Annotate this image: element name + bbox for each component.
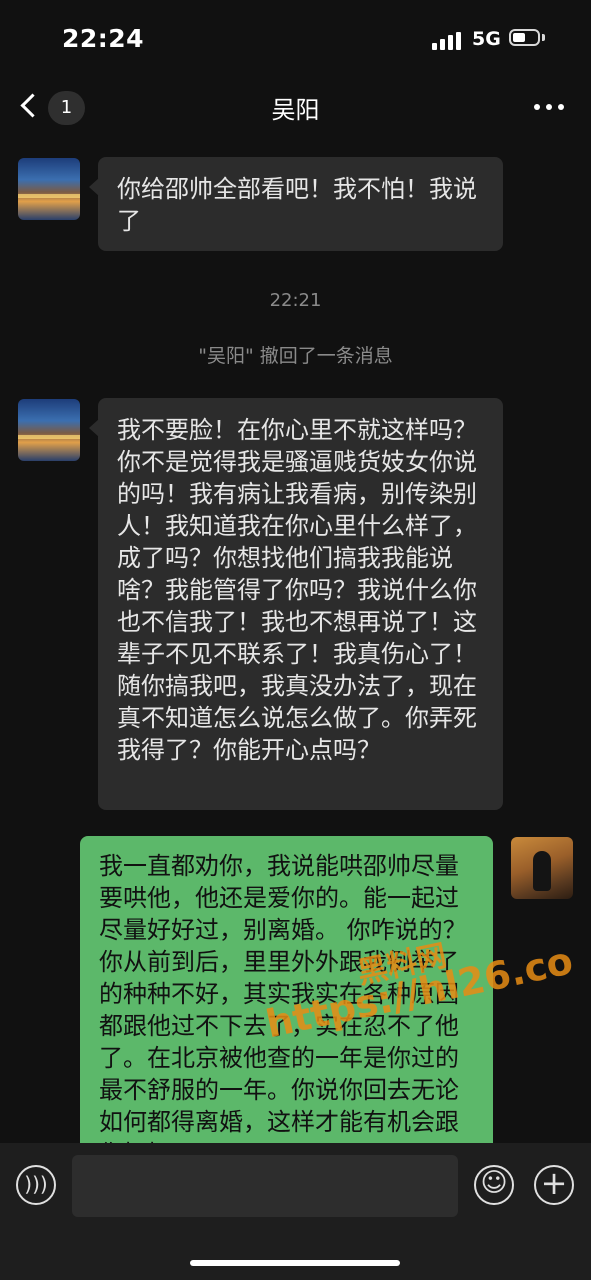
contact-avatar[interactable] bbox=[18, 399, 80, 461]
voice-button[interactable]: ))) bbox=[16, 1165, 56, 1205]
signal-bars-icon bbox=[432, 32, 462, 50]
chat-header: 1 吴阳 bbox=[0, 80, 591, 138]
plus-icon: + bbox=[540, 1164, 568, 1202]
emoji-icon: ☺ bbox=[480, 1168, 508, 1198]
recall-notice: "吴阳" 撤回了一条消息 bbox=[198, 345, 393, 367]
user-avatar[interactable] bbox=[511, 837, 573, 899]
message-bubble[interactable]: 我不要脸！在你心里不就这样吗？你不是觉得我是骚逼贱货妓女你说的吗！我有病让我看病… bbox=[89, 398, 503, 810]
more-dots-icon bbox=[534, 104, 540, 110]
voice-icon: ))) bbox=[24, 1172, 48, 1196]
battery-icon bbox=[509, 29, 540, 46]
message-bubble[interactable]: 我一直都劝你，我说能哄邵帅尽量要哄他，他还是爱你的。能一起过尽量好好过，别离婚。… bbox=[80, 836, 493, 1156]
contact-avatar[interactable] bbox=[18, 158, 80, 220]
emoji-button[interactable]: ☺ bbox=[474, 1165, 514, 1205]
status-bar: 22:24 5G bbox=[0, 0, 591, 80]
message-bubble[interactable]: 你给邵帅全部看吧！我不怕！我说了 bbox=[89, 157, 503, 251]
more-dot bbox=[558, 104, 564, 110]
plus-button[interactable]: + bbox=[534, 1165, 574, 1205]
more-button[interactable] bbox=[534, 96, 564, 116]
status-time: 22:24 bbox=[62, 24, 145, 53]
more-dot bbox=[546, 104, 552, 110]
message-input[interactable] bbox=[72, 1155, 458, 1217]
battery-cap bbox=[542, 34, 545, 41]
chat-title: 吴阳 bbox=[271, 96, 320, 124]
network-label: 5G bbox=[472, 28, 501, 50]
home-indicator[interactable] bbox=[190, 1260, 400, 1266]
message-timestamp: 22:21 bbox=[269, 290, 322, 311]
battery-fill bbox=[513, 33, 525, 42]
